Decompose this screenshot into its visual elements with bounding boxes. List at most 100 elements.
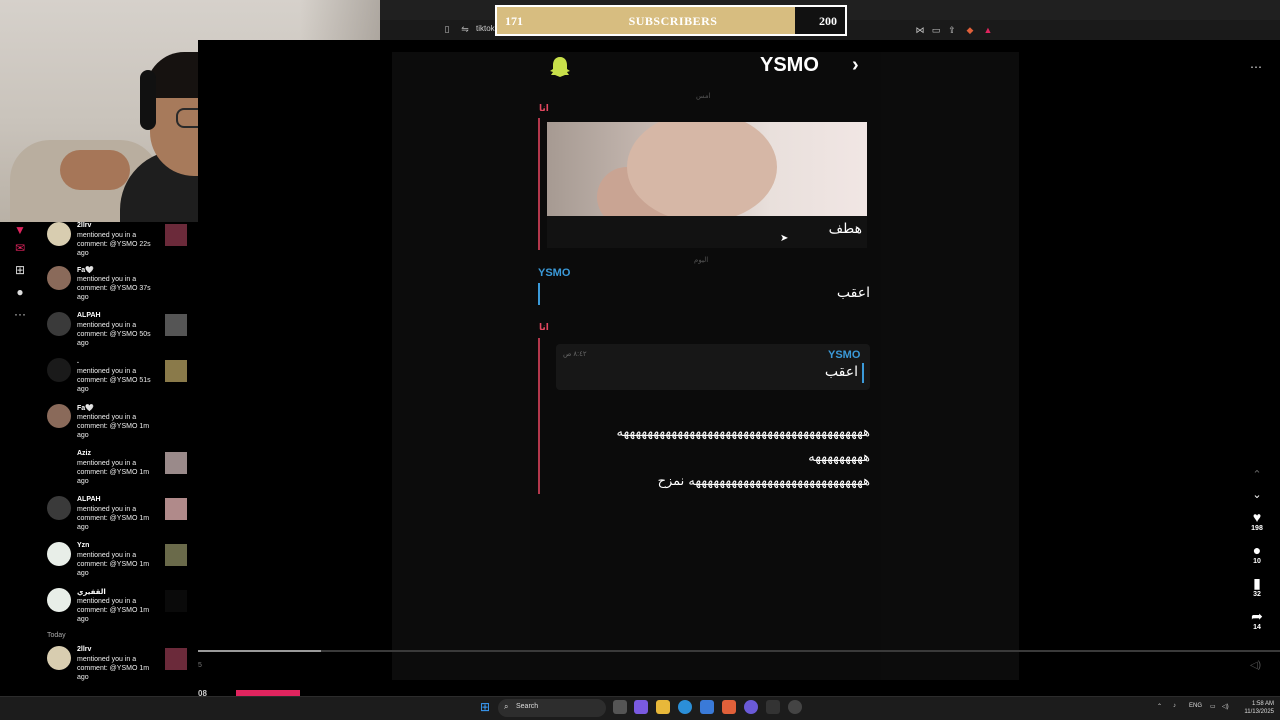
notification-name: Yzn (77, 542, 90, 549)
heart-icon: ♥ (1252, 509, 1262, 525)
notification-thumbnail[interactable] (165, 590, 187, 612)
notification-item[interactable]: ALPAH mentioned you in a comment: @YSMO … (47, 312, 197, 358)
notification-text: mentioned you in a comment: @YSMO 50s ag… (77, 321, 157, 348)
site-settings-icon[interactable]: ⇋ (460, 24, 470, 34)
notification-name: القفيري (77, 589, 106, 596)
notification-text: mentioned you in a comment: @YSMO 22s ag… (77, 231, 157, 258)
avatar (47, 588, 71, 612)
taskbar-search[interactable]: ⌕ Search (498, 699, 606, 717)
brave-shield-icon[interactable]: ◆ (964, 24, 976, 36)
long-message-line: هههههههههه (808, 450, 870, 465)
notification-thumbnail[interactable] (165, 406, 187, 428)
notification-name: Fa🤍 (77, 267, 94, 274)
video-progress-track[interactable] (198, 650, 1280, 652)
notification-thumbnail[interactable] (165, 648, 187, 670)
notification-thumbnail[interactable] (165, 314, 187, 336)
subscriber-goal-bar: SUBSCRIBERS 171 200 (495, 5, 847, 36)
tray-chevron-icon[interactable]: ⌃ (1157, 703, 1162, 710)
left-nav: ▼ ✉ ⊞ ● ··· (0, 222, 40, 696)
notification-item[interactable]: القفيري mentioned you in a comment: @YSM… (47, 588, 197, 634)
notification-name: ALPAH (77, 496, 101, 503)
subscriber-current-count: 171 (505, 14, 523, 28)
terminal-icon[interactable] (766, 700, 780, 714)
like-button[interactable]: ♥ 198 (1248, 509, 1266, 532)
mic-icon[interactable]: ♪ (1173, 703, 1176, 709)
notification-thumbnail[interactable] (165, 224, 187, 246)
notification-item[interactable]: 2llrv mentioned you in a comment: @YSMO … (47, 646, 197, 692)
inbox-icon[interactable]: ✉ (12, 240, 28, 256)
avatar (47, 266, 71, 290)
discord-icon[interactable] (744, 700, 758, 714)
avatar (47, 450, 71, 474)
share-arrow-icon: ➦ (1251, 608, 1263, 624)
notification-item[interactable]: Yzn mentioned you in a comment: @YSMO 1m… (47, 542, 197, 588)
profile-icon[interactable]: ● (12, 284, 28, 300)
share-button[interactable]: ➦ 14 (1248, 608, 1266, 631)
search-icon: ⌕ (504, 702, 509, 711)
notification-item[interactable]: Fa🤍 mentioned you in a comment: @YSMO 1m… (47, 404, 197, 450)
chevron-right-icon: › (852, 54, 859, 76)
notification-item[interactable]: ALPAH mentioned you in a comment: @YSMO … (47, 496, 197, 542)
notification-item[interactable]: 2llrv mentioned you in a comment: @YSMO … (47, 222, 197, 268)
chevron-down-icon[interactable]: ⌄ (1248, 487, 1266, 503)
network-icon[interactable]: ▭ (1210, 703, 1216, 710)
file-explorer-icon[interactable] (656, 700, 670, 714)
quote-accent (862, 363, 864, 383)
taskbar-clock[interactable]: 1:58 AM 11/13/2025 (1234, 700, 1274, 716)
notification-item[interactable]: . mentioned you in a comment: @YSMO 51s … (47, 358, 197, 404)
save-button[interactable]: ▮ 32 (1248, 575, 1266, 598)
video-progress-fill (198, 650, 322, 652)
notification-item[interactable]: Aziz mentioned you in a comment: @YSMO 1… (47, 450, 197, 496)
notification-message: mentioned you in a comment: @YSMO (77, 276, 138, 292)
avatar (47, 542, 71, 566)
chevron-up-icon[interactable]: ⌃ (1248, 467, 1266, 483)
taskbar-search-label: Search (516, 703, 539, 710)
logo-icon[interactable]: ▼ (12, 222, 28, 238)
notification-name: . (77, 358, 79, 365)
more-options-icon[interactable]: ⋯ (1250, 60, 1262, 74)
notification-name: 2llrv (77, 222, 92, 229)
comment-button[interactable]: ● 10 (1248, 542, 1266, 565)
message-divider (538, 118, 540, 250)
language-indicator[interactable]: ENG (1189, 703, 1202, 709)
bookmark-icon[interactable]: ▯ (442, 24, 452, 34)
notification-thumbnail[interactable] (165, 498, 187, 520)
notification-name: ALPAH (77, 312, 101, 319)
notification-name: Fa🤍 (77, 405, 94, 412)
reader-icon[interactable]: ▭ (930, 24, 942, 36)
clock-date: 11/13/2025 (1244, 709, 1274, 715)
speaker-icon[interactable]: ◁) (1222, 703, 1229, 710)
notification-text: mentioned you in a comment: @YSMO 1m ago (77, 459, 157, 486)
notification-thumbnail[interactable] (165, 268, 187, 290)
notification-thumbnail[interactable] (165, 360, 187, 382)
task-view-icon[interactable] (613, 700, 627, 714)
notification-message: mentioned you in a comment: @YSMO (77, 598, 138, 614)
rewards-icon[interactable]: ▲ (982, 24, 994, 36)
share-icon[interactable]: ⇪ (946, 24, 958, 36)
notification-thumbnail[interactable] (165, 544, 187, 566)
notification-thumbnail[interactable] (165, 452, 187, 474)
notification-text: mentioned you in a comment: @YSMO 1m ago (77, 413, 157, 440)
chat-contact-name: YSMO (760, 54, 819, 76)
brave-icon[interactable] (722, 700, 736, 714)
volume-icon[interactable]: ◁) (1250, 660, 1261, 671)
extension-icon[interactable]: ⋈ (914, 24, 926, 36)
bookmark-icon: ▮ (1253, 575, 1261, 591)
notification-text: mentioned you in a comment: @YSMO 51s ag… (77, 367, 157, 394)
more-icon[interactable]: ··· (12, 306, 28, 322)
copilot-icon[interactable] (634, 700, 648, 714)
address-text[interactable]: tiktok (476, 24, 495, 33)
windows-start-icon[interactable]: ⊞ (478, 700, 492, 714)
store-icon[interactable] (700, 700, 714, 714)
obs-icon[interactable] (788, 700, 802, 714)
video-elapsed-time: 5 (198, 662, 202, 669)
notification-message: mentioned you in a comment: @YSMO (77, 232, 138, 248)
webcam-headset (140, 70, 156, 130)
notification-text: mentioned you in a comment: @YSMO 1m ago (77, 551, 157, 578)
avatar (47, 222, 71, 246)
edge-icon[interactable] (678, 700, 692, 714)
upload-icon[interactable]: ⊞ (12, 262, 28, 278)
snap-photo (547, 122, 867, 216)
notification-item[interactable]: Fa🤍 mentioned you in a comment: @YSMO 37… (47, 266, 197, 312)
sender-ysmo-label: YSMO (538, 267, 571, 279)
